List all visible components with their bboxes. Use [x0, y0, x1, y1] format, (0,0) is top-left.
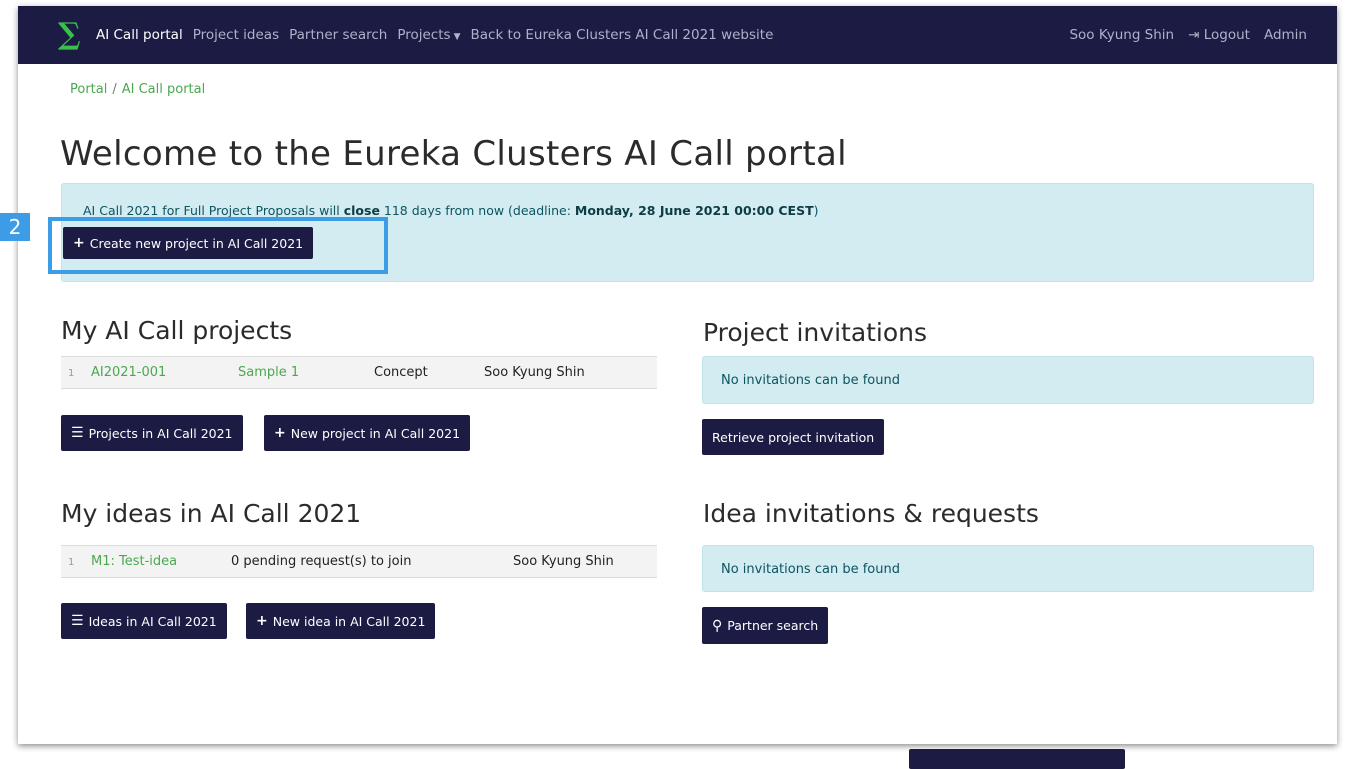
new-idea-label: New idea in AI Call 2021	[272, 613, 426, 629]
breadcrumb-current[interactable]: AI Call portal	[122, 82, 205, 97]
idea-invitations-empty: No invitations can be found	[702, 545, 1314, 592]
search-icon: ⚲	[712, 617, 723, 634]
project-invitations-title: Project invitations	[703, 318, 928, 347]
nav-back-website[interactable]: Back to Eureka Clusters AI Call 2021 web…	[470, 27, 773, 43]
table-row: 1 AI2021-001 Sample 1 Concept Soo Kyung …	[61, 356, 657, 389]
breadcrumb-portal[interactable]: Portal	[70, 82, 107, 97]
plus-icon: +	[274, 425, 286, 441]
projects-list-button[interactable]: ☰ Projects in AI Call 2021	[61, 415, 243, 451]
idea-pending-requests: 0 pending request(s) to join	[231, 554, 412, 569]
project-status: Concept	[374, 365, 428, 380]
browser-window: ∑ AI Call portal Project ideas Partner s…	[18, 6, 1337, 744]
idea-invitations-empty-text: No invitations can be found	[721, 562, 900, 577]
create-new-project-button[interactable]: + Create new project in AI Call 2021	[63, 227, 314, 259]
breadcrumb: Portal / AI Call portal	[70, 82, 205, 97]
logout-link[interactable]: ⇥ Logout	[1188, 27, 1250, 43]
plus-icon: +	[256, 613, 268, 629]
ideas-list-button[interactable]: ☰ Ideas in AI Call 2021	[61, 603, 227, 639]
nav-admin[interactable]: Admin	[1264, 27, 1307, 43]
row-index: 1	[68, 557, 75, 568]
nav-projects-dropdown[interactable]: Projects ▼	[397, 27, 460, 43]
nav-partner-search[interactable]: Partner search	[289, 27, 387, 43]
page-title: Welcome to the Eureka Clusters AI Call p…	[60, 134, 847, 174]
deadline-mid: 118 days from now (deadline:	[379, 203, 575, 218]
table-row: 1 M1: Test-idea 0 pending request(s) to …	[61, 545, 657, 578]
row-index: 1	[68, 368, 75, 379]
project-owner: Soo Kyung Shin	[484, 365, 585, 380]
new-idea-button[interactable]: + New idea in AI Call 2021	[246, 603, 436, 639]
idea-owner: Soo Kyung Shin	[513, 554, 614, 569]
logout-label: Logout	[1203, 27, 1250, 43]
list-icon: ☰	[71, 425, 84, 441]
top-navbar: ∑ AI Call portal Project ideas Partner s…	[18, 6, 1337, 64]
plus-icon: +	[73, 235, 85, 251]
logout-icon: ⇥	[1188, 27, 1200, 43]
create-new-project-label: Create new project in AI Call 2021	[89, 235, 304, 251]
my-ideas-title: My ideas in AI Call 2021	[61, 499, 362, 528]
deadline-prefix: AI Call 2021 for Full Project Proposals …	[83, 203, 344, 218]
project-code-link[interactable]: AI2021-001	[91, 365, 166, 380]
partner-search-label: Partner search	[727, 618, 819, 633]
underlying-window-button	[909, 749, 1125, 769]
idea-name-link[interactable]: M1: Test-idea	[91, 554, 177, 569]
nav-project-ideas[interactable]: Project ideas	[193, 27, 279, 43]
my-projects-title: My AI Call projects	[61, 316, 293, 345]
partner-search-button[interactable]: ⚲ Partner search	[702, 607, 829, 644]
new-project-button[interactable]: + New project in AI Call 2021	[264, 415, 471, 451]
sigma-icon[interactable]: ∑	[58, 20, 82, 50]
breadcrumb-separator: /	[112, 82, 117, 97]
deadline-date: Monday, 28 June 2021 00:00 CEST	[574, 203, 814, 218]
step-badge: 2	[0, 213, 30, 241]
project-name-link[interactable]: Sample 1	[238, 365, 299, 380]
list-icon: ☰	[71, 613, 84, 629]
retrieve-invitation-button[interactable]: Retrieve project invitation	[702, 419, 885, 455]
caret-down-icon: ▼	[453, 32, 461, 42]
new-project-label: New project in AI Call 2021	[290, 425, 461, 441]
nav-right: Soo Kyung Shin ⇥ Logout Admin	[1069, 27, 1307, 43]
ideas-list-label: Ideas in AI Call 2021	[88, 613, 217, 629]
nav-links: AI Call portal Project ideas Partner sea…	[96, 27, 783, 43]
deadline-suffix: )	[813, 203, 819, 218]
project-invitations-empty-text: No invitations can be found	[721, 373, 900, 388]
nav-user-name[interactable]: Soo Kyung Shin	[1069, 27, 1174, 43]
nav-projects-label: Projects	[397, 27, 451, 43]
project-invitations-empty: No invitations can be found	[702, 356, 1314, 404]
projects-list-label: Projects in AI Call 2021	[88, 425, 233, 441]
idea-invitations-title: Idea invitations & requests	[703, 499, 1039, 528]
nav-ai-call-portal[interactable]: AI Call portal	[96, 27, 183, 43]
deadline-text: AI Call 2021 for Full Project Proposals …	[83, 203, 819, 218]
deadline-close-word: close	[343, 203, 380, 218]
